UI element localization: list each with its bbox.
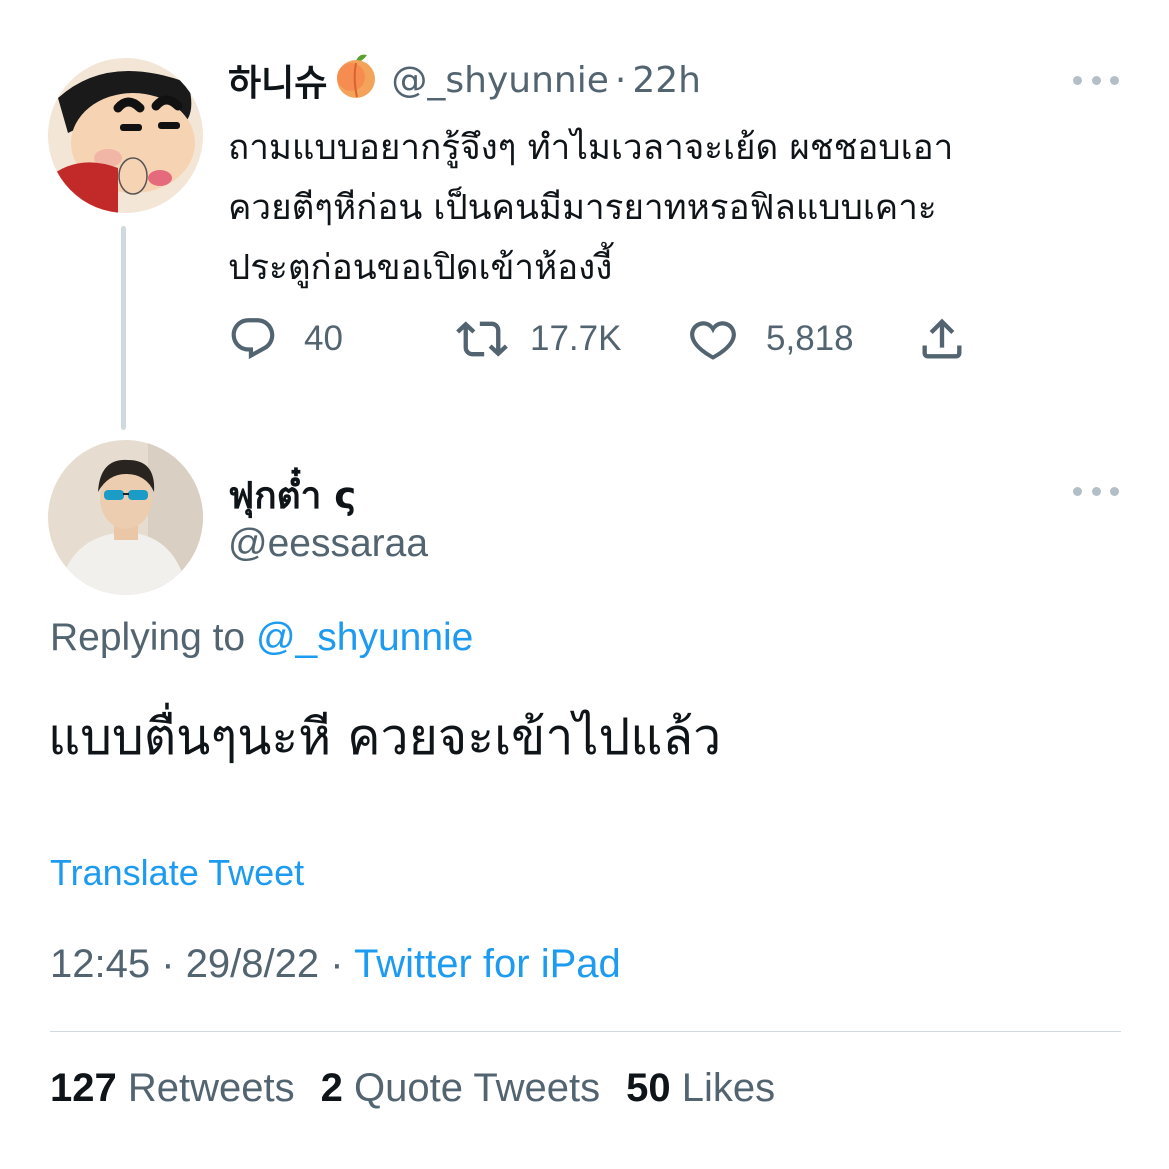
reply-display-name[interactable]: ฟุกต๋ำ ς <box>228 466 356 525</box>
reply-tweet-text: แบบตื่นๆนะหี ควยจะเข้าไปแล้ว <box>48 708 722 766</box>
person-avatar-image <box>48 440 203 595</box>
parent-handle[interactable]: @_shyunnie <box>391 60 608 101</box>
header-separator: · <box>614 59 627 101</box>
tweet-time[interactable]: 12:45 <box>50 942 150 986</box>
retweets-stat[interactable]: 127 Retweets <box>50 1066 295 1110</box>
parent-timestamp[interactable]: 22h <box>632 60 701 101</box>
reply-action[interactable]: 40 <box>228 311 343 367</box>
reply-handle[interactable]: @eessaraa <box>228 522 428 566</box>
tweet-client-link[interactable]: Twitter for iPad <box>354 942 621 986</box>
reply-avatar[interactable] <box>48 440 203 595</box>
retweets-count: 127 <box>50 1066 117 1110</box>
quote-tweets-stat[interactable]: 2 Quote Tweets <box>321 1066 600 1110</box>
likes-stat[interactable]: 50 Likes <box>626 1066 775 1110</box>
cartoon-avatar-image <box>48 58 203 213</box>
retweet-count: 17.7K <box>530 319 622 358</box>
thread-connector-line <box>121 226 126 430</box>
reply-icon <box>231 318 275 360</box>
parent-tweet-header: 하니슈 @_shyunnie · 22h <box>228 52 701 108</box>
meta-separator: · <box>161 942 175 986</box>
parent-tweet-text: ถามแบบอยากรู้จึงๆ ทำไมเวลาจะเย้ด ผชชอบเอ… <box>228 118 1128 298</box>
likes-count: 50 <box>626 1066 671 1110</box>
reply-count: 40 <box>304 319 343 358</box>
replying-to-label: Replying to <box>50 616 246 659</box>
parent-text-line: ควยตีๆหีก่อน เป็นคนมีมารยาทหรอฟิลแบบเคาะ <box>228 188 937 228</box>
retweet-icon <box>456 321 508 357</box>
tweet-metadata: 12:45 · 29/8/22 · Twitter for iPad <box>50 942 621 987</box>
like-count: 5,818 <box>766 319 854 358</box>
translate-tweet-link[interactable]: Translate Tweet <box>50 852 304 894</box>
parent-avatar[interactable] <box>48 58 203 213</box>
share-action[interactable] <box>916 311 968 367</box>
heart-icon <box>690 321 736 360</box>
parent-more-options-icon[interactable] <box>1073 74 1119 86</box>
parent-text-line: ถามแบบอยากรู้จึงๆ ทำไมเวลาจะเย้ด ผชชอบเอ… <box>228 128 954 168</box>
replying-to-line: Replying to @_shyunnie <box>50 616 473 660</box>
meta-separator: · <box>330 942 344 986</box>
replying-to-mention-link[interactable]: @_shyunnie <box>256 616 473 659</box>
parent-display-name[interactable]: 하니슈 <box>228 54 327 106</box>
reply-more-options-icon[interactable] <box>1073 485 1119 497</box>
quote-tweets-count: 2 <box>320 1066 343 1110</box>
likes-label: Likes <box>681 1066 776 1110</box>
stats-divider <box>50 1031 1121 1032</box>
quote-tweets-label: Quote Tweets <box>354 1066 601 1110</box>
peach-emoji-icon <box>331 51 381 110</box>
like-action[interactable]: 5,818 <box>688 311 854 367</box>
retweet-action[interactable]: 17.7K <box>456 311 621 367</box>
share-icon <box>922 318 962 359</box>
parent-text-line: ประตูก่อนขอเปิดเข้าห้องงี้ <box>228 248 613 288</box>
tweet-stats-bar: 127 Retweets 2 Quote Tweets 50 Likes <box>50 1066 775 1111</box>
tweet-date[interactable]: 29/8/22 <box>186 942 319 986</box>
retweets-label: Retweets <box>127 1066 295 1110</box>
